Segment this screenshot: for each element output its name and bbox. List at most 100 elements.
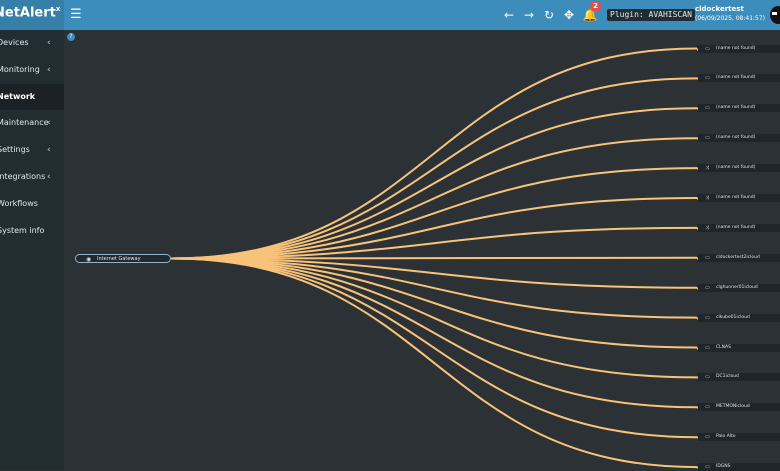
network-node[interactable]: ▭ clkube01icloud xyxy=(697,313,780,322)
refresh-icon[interactable]: ↻ xyxy=(541,6,557,24)
shuffle-icon: ⤨ xyxy=(705,165,710,172)
sidebar-item-monitoring[interactable]: Monitoring ‹ xyxy=(0,57,64,83)
sidebar-item-label: Monitoring xyxy=(0,64,40,74)
sidebar-item-label: Workflows xyxy=(0,198,38,208)
network-link xyxy=(170,256,698,260)
chevron-left-icon: ‹ xyxy=(47,38,51,48)
network-tree-links xyxy=(170,47,698,469)
sidebar-item-workflows[interactable]: Workflows xyxy=(0,191,64,217)
user-name: cldockertest xyxy=(695,5,744,13)
network-node[interactable]: ▭ clghunner01icloud xyxy=(697,283,780,292)
top-navbar: NetAlertx ☰ ← → ↻ ✥ 🔔 2 Plugin: AVAHISCA… xyxy=(0,0,780,30)
node-connector xyxy=(697,77,698,81)
tv-icon: ▭ xyxy=(705,404,710,411)
network-node[interactable]: ▭ DC1icloud xyxy=(697,373,780,382)
arrow-left-icon[interactable]: ← xyxy=(501,6,517,24)
network-node[interactable]: ▭ cldockertest2icloud xyxy=(697,253,780,262)
chevron-left-icon: ‹ xyxy=(47,118,51,129)
sidebar-item-maintenance[interactable]: Maintenance ‹ xyxy=(0,110,64,136)
tv-icon: ▭ xyxy=(705,45,710,52)
node-label: clghunner01icloud xyxy=(716,284,758,290)
notification-badge: 2 xyxy=(590,1,601,12)
node-label: (name not found) xyxy=(716,224,756,230)
node-connector xyxy=(697,167,698,171)
node-connector xyxy=(697,286,698,290)
network-node[interactable]: ▭ Palo Alto xyxy=(697,433,780,442)
avatar[interactable] xyxy=(770,6,780,24)
network-link xyxy=(170,47,698,260)
globe-icon: ◉ xyxy=(86,256,92,263)
node-label: METMONicloud xyxy=(716,404,750,410)
network-node[interactable]: ▭ (name not found) xyxy=(697,104,780,113)
network-node[interactable]: ▭ (name not found) xyxy=(697,44,780,53)
network-node[interactable]: ⤨ (name not found) xyxy=(697,223,780,232)
network-link xyxy=(170,107,698,260)
node-connector xyxy=(697,47,698,51)
plugin-status: Plugin: AVAHISCAN xyxy=(607,9,695,21)
tv-icon: ▭ xyxy=(705,254,710,261)
sidebar: Devices ‹ Monitoring ‹ Network Maintenance ‹ Se… xyxy=(0,30,64,470)
tv-icon: ▭ xyxy=(705,105,710,112)
network-link xyxy=(170,167,698,260)
sidebar-item-settings[interactable]: Settings ‹ xyxy=(0,137,64,163)
tv-icon: ▭ xyxy=(705,344,710,351)
network-node-internet-gateway[interactable]: ◉ Internet Gateway xyxy=(75,254,171,263)
node-connector xyxy=(697,256,698,260)
network-node[interactable]: ▭ (name not found) xyxy=(697,134,780,143)
network-link xyxy=(170,257,698,409)
node-connector xyxy=(697,316,698,320)
sidebar-item-label: System info xyxy=(0,225,45,235)
network-link xyxy=(170,137,698,260)
brand-logo[interactable]: NetAlertx xyxy=(0,0,64,30)
node-label: (name not found) xyxy=(716,195,756,200)
node-label: (name not found) xyxy=(716,105,756,111)
sidebar-item-network[interactable]: Network xyxy=(0,83,64,110)
node-label: (name not found) xyxy=(716,75,756,81)
network-node[interactable]: ▭ CLNAS xyxy=(697,343,780,352)
network-link xyxy=(170,257,698,319)
chevron-left-icon: ‹ xyxy=(47,172,51,182)
tv-icon: ▭ xyxy=(705,284,710,291)
network-link xyxy=(170,257,698,469)
chevron-left-icon: ‹ xyxy=(47,145,51,156)
node-label: cldockertest2icloud xyxy=(716,254,760,260)
tv-icon: ▭ xyxy=(705,374,710,381)
network-node[interactable]: ⤨ (name not found) xyxy=(697,164,780,173)
hamburger-icon[interactable]: ☰ xyxy=(70,6,82,24)
sidebar-item-integrations[interactable]: Integrations ‹ xyxy=(0,164,64,190)
node-connector xyxy=(697,436,698,440)
network-link xyxy=(170,257,698,379)
tv-icon: ▭ xyxy=(705,314,710,321)
node-label: DC1icloud xyxy=(716,374,739,380)
sidebar-item-label: Maintenance xyxy=(0,118,49,128)
node-connector xyxy=(697,466,698,470)
node-connector xyxy=(697,376,698,380)
user-menu[interactable]: cldockertest (06/09/2025, 08:41:57) xyxy=(695,4,765,24)
node-label: (name not found) xyxy=(716,45,756,51)
sidebar-item-system-info[interactable]: System info xyxy=(0,218,64,244)
sidebar-item-label: Integrations xyxy=(0,172,46,181)
arrow-right-icon[interactable]: → xyxy=(521,6,537,24)
network-link xyxy=(170,257,698,439)
network-node[interactable]: ⤨ (name not found) xyxy=(697,194,780,202)
node-connector xyxy=(697,226,698,230)
network-link xyxy=(170,257,698,349)
sidebar-item-label: Settings xyxy=(0,145,30,155)
tv-icon: ▭ xyxy=(705,135,710,142)
network-node[interactable]: ▭ METMONicloud xyxy=(697,403,780,412)
shuffle-icon: ⤨ xyxy=(705,195,710,201)
question-icon[interactable]: ? xyxy=(67,33,75,41)
node-connector xyxy=(697,137,698,141)
user-datetime: (06/09/2025, 08:41:57) xyxy=(695,15,766,22)
node-connector xyxy=(697,197,698,200)
sidebar-item-devices[interactable]: Devices ‹ xyxy=(0,30,64,56)
node-label: (name not found) xyxy=(716,135,756,141)
network-node[interactable]: ▭ (name not found) xyxy=(697,74,780,83)
node-label: (name not found) xyxy=(716,165,756,171)
sidebar-item-label: Devices xyxy=(0,38,29,47)
node-connector xyxy=(697,406,698,410)
network-link xyxy=(170,77,698,260)
node-label: clkube01icloud xyxy=(716,314,750,320)
move-arrows-icon[interactable]: ✥ xyxy=(561,6,577,24)
node-connector xyxy=(697,107,698,111)
